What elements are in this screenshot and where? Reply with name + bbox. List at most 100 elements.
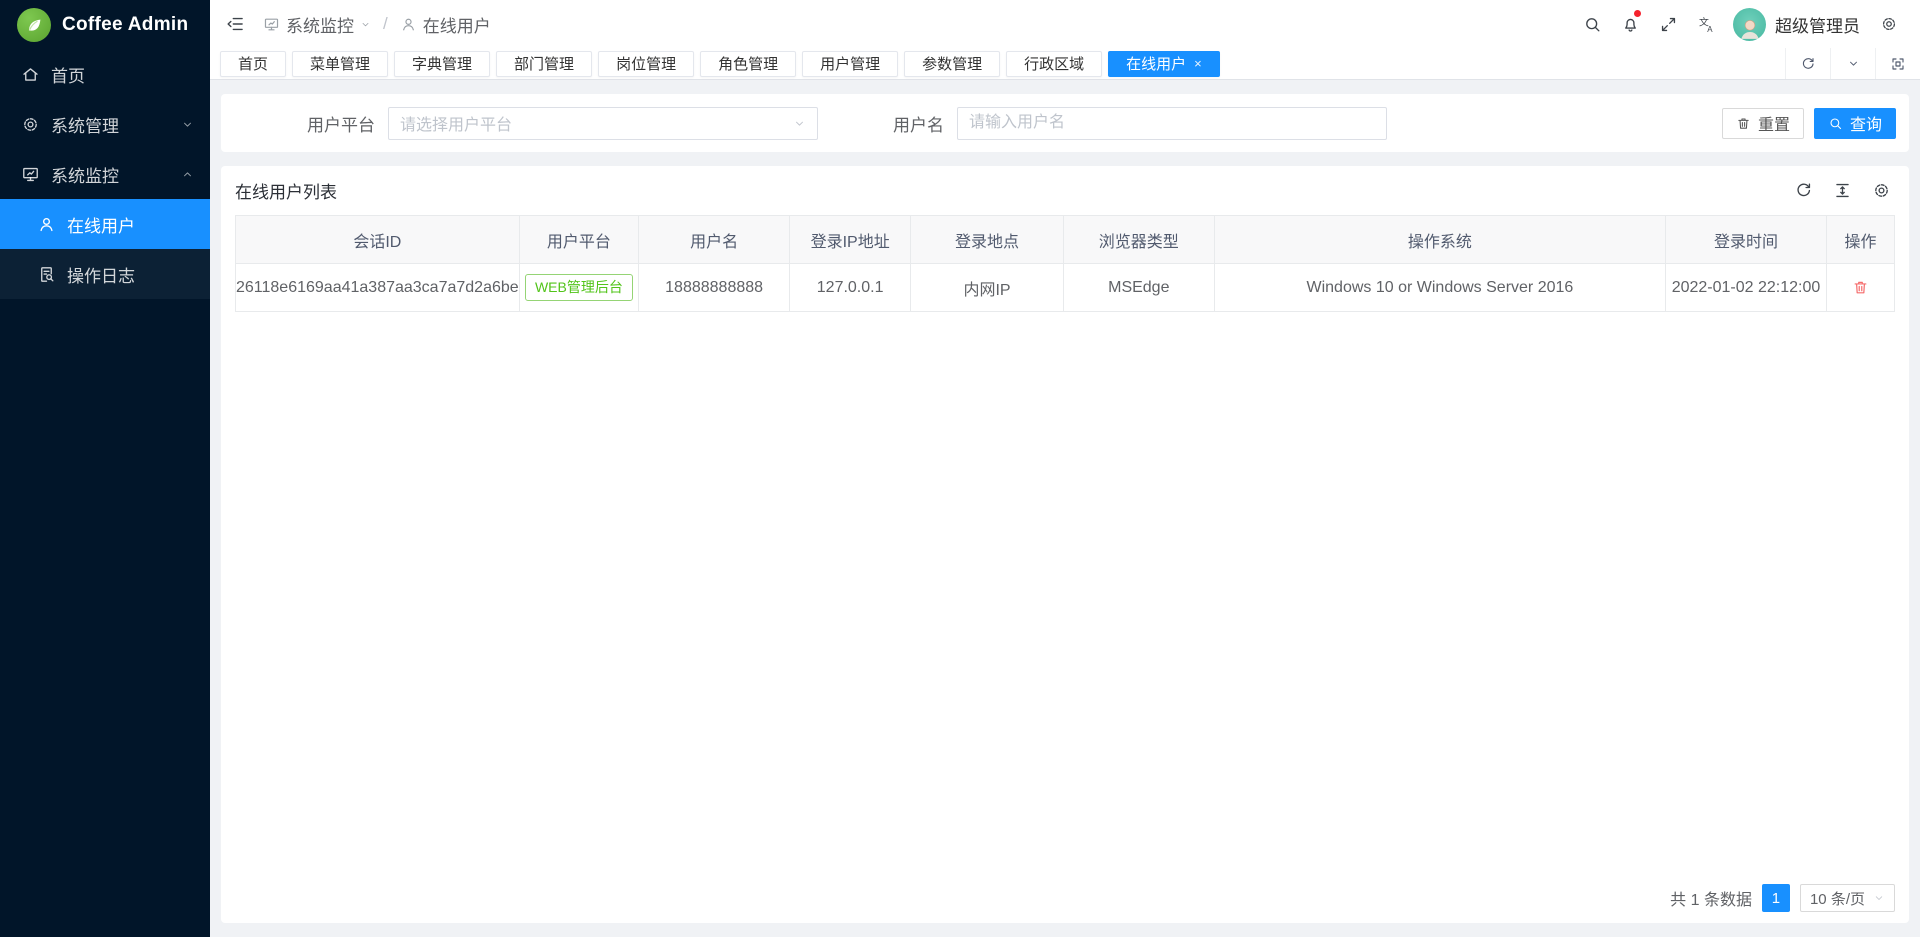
platform-filter-group: 用户平台 请选择用户平台 [307,107,818,140]
trash-icon [1736,116,1751,131]
filter-actions: 重置 查询 [1722,108,1896,139]
pagination-total: 共 1 条数据 [1670,886,1752,910]
sidebar-item-home[interactable]: 首页 [0,49,210,99]
col-login-time: 登录时间 [1666,216,1827,264]
cell-actions [1826,264,1894,312]
collapse-sidebar-icon[interactable] [225,14,245,34]
chevron-down-icon [1873,892,1885,904]
avatar[interactable] [1733,8,1766,41]
filter-card: 用户平台 请选择用户平台 用户名 重置 [221,94,1909,152]
table-row: 26118e6169aa41a387aa3ca7a7d2a6be WEB管理后台… [236,264,1895,312]
notification-dot [1634,10,1641,17]
tab-dept-mgmt[interactable]: 部门管理 [496,51,592,77]
table-header-row: 会话ID 用户平台 用户名 登录IP地址 登录地点 浏览器类型 操作系统 登录时… [236,216,1895,264]
tab-user-mgmt[interactable]: 用户管理 [802,51,898,77]
maximize-icon[interactable] [1875,48,1920,79]
top-header: 系统监控 / 在线用户 [210,0,1920,48]
tab-admin-region[interactable]: 行政区域 [1006,51,1102,77]
breadcrumb: 系统监控 / 在线用户 [263,12,491,37]
pagination: 共 1 条数据 1 10 条/页 [1670,884,1895,912]
sidebar-item-op-logs[interactable]: 操作日志 [0,249,210,299]
username-input[interactable] [957,107,1387,140]
breadcrumb-parent-label: 系统监控 [286,12,354,37]
cell-platform: WEB管理后台 [519,264,638,312]
tab-home[interactable]: 首页 [220,51,286,77]
tab-dict-mgmt[interactable]: 字典管理 [394,51,490,77]
chevron-down-icon[interactable] [1830,48,1875,79]
monitor-icon [21,165,40,184]
sidebar-submenu-monitor: 在线用户 操作日志 [0,199,210,299]
sidebar-item-system-monitor[interactable]: 系统监控 [0,149,210,199]
col-platform: 用户平台 [519,216,638,264]
main-column: 系统监控 / 在线用户 [210,0,1920,937]
search-button-label: 查询 [1850,111,1882,135]
breadcrumb-parent[interactable]: 系统监控 [263,12,371,37]
tab-param-mgmt[interactable]: 参数管理 [904,51,1000,77]
page-1-button[interactable]: 1 [1762,884,1790,912]
app-logo[interactable]: Coffee Admin [0,0,210,49]
user-name[interactable]: 超级管理员 [1775,12,1860,37]
tab-bar: 首页 菜单管理 字典管理 部门管理 岗位管理 角色管理 用户管理 参数管理 行政… [210,48,1920,80]
platform-tag: WEB管理后台 [525,274,633,300]
sidebar-item-label: 首页 [51,62,194,87]
tab-label: 菜单管理 [310,53,370,74]
tab-online-users[interactable]: 在线用户 × [1108,51,1220,77]
tab-label: 在线用户 [1126,53,1186,74]
page-size-select[interactable]: 10 条/页 [1800,884,1895,912]
search-button[interactable]: 查询 [1814,108,1896,139]
refresh-icon[interactable] [1794,181,1813,200]
close-icon[interactable]: × [1194,57,1202,70]
tab-label: 部门管理 [514,53,574,74]
panel-header: 在线用户列表 [235,166,1895,215]
cell-session-id: 26118e6169aa41a387aa3ca7a7d2a6be [236,264,520,312]
translate-icon[interactable]: 文A [1687,0,1725,48]
header-actions: 文A 超级管理员 [1573,0,1908,48]
tab-role-mgmt[interactable]: 角色管理 [700,51,796,77]
svg-text:A: A [1707,25,1713,34]
tab-label: 首页 [238,53,268,74]
tab-label: 字典管理 [412,53,472,74]
online-users-panel: 在线用户列表 会话ID [221,166,1909,923]
cell-os: Windows 10 or Windows Server 2016 [1214,264,1665,312]
tab-label: 岗位管理 [616,53,676,74]
sidebar: Coffee Admin 首页 系统管理 系统监控 在线用户 [0,0,210,937]
app-root: Coffee Admin 首页 系统管理 系统监控 在线用户 [0,0,1920,937]
tab-controls [1785,48,1920,79]
col-session-id: 会话ID [236,216,520,264]
search-icon [1828,116,1843,131]
sidebar-item-label: 操作日志 [67,262,194,287]
column-height-icon[interactable] [1833,181,1852,200]
tab-label: 参数管理 [922,53,982,74]
gear-icon[interactable] [1870,0,1908,48]
sidebar-item-online-users[interactable]: 在线用户 [0,199,210,249]
tab-label: 行政区域 [1024,53,1084,74]
log-search-icon [37,265,56,284]
tab-menu-mgmt[interactable]: 菜单管理 [292,51,388,77]
username-filter-group: 用户名 [893,107,1387,140]
search-icon[interactable] [1573,0,1611,48]
user-icon [400,16,417,33]
platform-label: 用户平台 [307,111,375,136]
col-browser: 浏览器类型 [1063,216,1214,264]
gear-icon [21,115,40,134]
fullscreen-icon[interactable] [1649,0,1687,48]
sidebar-menu: 首页 系统管理 系统监控 在线用户 操作日志 [0,49,210,299]
sidebar-item-label: 在线用户 [67,212,194,237]
delete-row-button[interactable] [1852,279,1869,296]
cell-login-time: 2022-01-02 22:12:00 [1666,264,1827,312]
refresh-icon[interactable] [1785,48,1830,79]
col-actions: 操作 [1826,216,1894,264]
tabs: 首页 菜单管理 字典管理 部门管理 岗位管理 角色管理 用户管理 参数管理 行政… [220,51,1220,77]
col-login-ip: 登录IP地址 [790,216,911,264]
bell-icon[interactable] [1611,0,1649,48]
tab-post-mgmt[interactable]: 岗位管理 [598,51,694,77]
online-users-table: 会话ID 用户平台 用户名 登录IP地址 登录地点 浏览器类型 操作系统 登录时… [235,215,1895,312]
panel-title: 在线用户列表 [235,178,337,203]
reset-button[interactable]: 重置 [1722,108,1804,139]
sidebar-item-system-mgmt[interactable]: 系统管理 [0,99,210,149]
platform-select[interactable]: 请选择用户平台 [388,107,818,140]
gear-icon[interactable] [1872,181,1891,200]
username-label: 用户名 [893,111,944,136]
chevron-up-icon [181,168,194,181]
col-login-location: 登录地点 [911,216,1064,264]
